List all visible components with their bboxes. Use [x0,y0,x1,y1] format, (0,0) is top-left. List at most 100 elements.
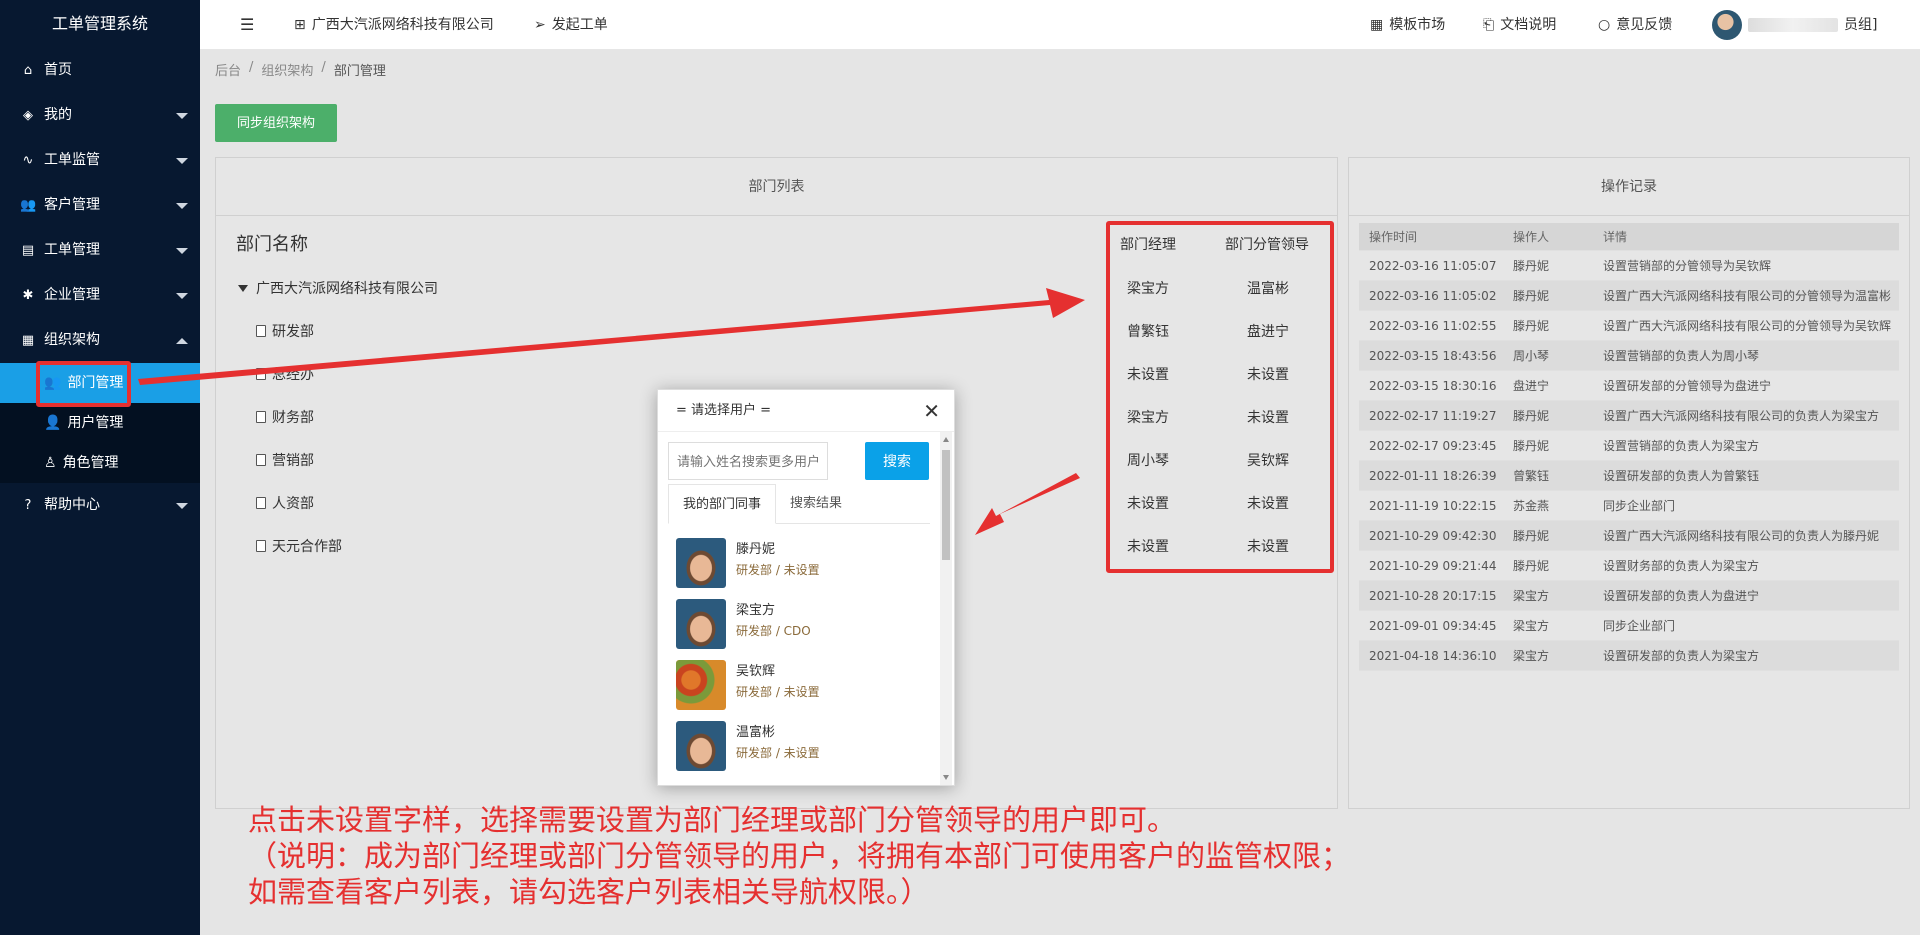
cell-detail: 设置广西大汽派网络科技有限公司的负责人为滕丹妮 [1603,528,1880,543]
tab-search-results[interactable]: 搜索结果 [776,484,856,524]
template-market-link[interactable]: ▦ 模板市场 [1370,0,1445,50]
create-ticket-label: 发起工单 [551,17,608,33]
grid-icon: ▦ [1370,17,1384,33]
table-row: 2022-03-16 11:05:07 滕丹妮 设置营销部的分管领导为吴钦辉 [1359,251,1899,281]
annotation-line: （说明：成为部门经理或部门分管领导的用户，将拥有本部门可使用客户的监管权限； [248,839,1351,873]
avatar [1712,10,1742,40]
tree-node[interactable]: 总经办 [256,364,314,384]
table-row: 2022-01-11 18:26:39 曾繁钰 设置研发部的负责人为曾繁钰 [1359,461,1899,491]
scroll-thumb[interactable] [942,450,950,560]
scroll-up-icon[interactable] [943,437,949,442]
caret-down-icon [176,248,188,254]
user-option[interactable]: 梁宝方 研发部 / CDO [676,599,916,660]
avatar [676,538,726,588]
close-icon[interactable]: ✕ [923,390,940,432]
user-option[interactable]: 温富彬 研发部 / 未设置 [676,721,916,782]
file-icon [256,540,266,552]
cell-time: 2021-10-29 09:42:30 [1369,528,1497,543]
ops-panel-title: 操作记录 [1349,158,1909,216]
user-option[interactable]: 滕丹妮 研发部 / 未设置 [676,538,916,599]
grid-icon: ⊞ [294,17,306,33]
ops-table: 操作时间 操作人 详情 2022-03-16 11:05:07 滕丹妮 设置营销部的… [1359,223,1899,671]
tree-node[interactable]: 研发部 [256,321,314,341]
sidebar-item-users[interactable]: 👤 用户管理 [0,403,200,443]
tab-my-colleagues[interactable]: 我的部门同事 [668,484,777,524]
tree-node[interactable]: 人资部 [256,493,314,513]
breadcrumb-mid[interactable]: 组织架构 [261,60,313,80]
nav-enterprise[interactable]: ✱ 企业管理 [0,273,200,318]
nav-org[interactable]: ▦ 组织架构 [0,318,200,363]
nav-ticket-monitor[interactable]: ∿ 工单监管 [0,138,200,183]
tree-root[interactable]: 广西大汽派网络科技有限公司 [238,278,438,298]
table-row: 2022-02-17 09:23:45 滕丹妮 设置营销部的负责人为梁宝方 [1359,431,1899,461]
modal-title: = 请选择用户 = ✕ [658,390,954,432]
dept-panel-title: 部门列表 [216,158,1337,216]
user-option[interactable]: 吴钦辉 研发部 / 未设置 [676,660,916,721]
company-switcher[interactable]: ⊞ 广西大汽派网络科技有限公司 [294,0,494,50]
cell-detail: 设置研发部的负责人为梁宝方 [1603,648,1760,663]
user-role-suffix: 员组] [1844,17,1878,33]
cell-operator: 滕丹妮 [1513,559,1550,573]
caret-down-icon [176,158,188,164]
users-icon: 👥 [20,198,37,213]
table-row: 2021-10-29 09:42:30 滕丹妮 设置广西大汽派网络科技有限公司的负责… [1359,521,1899,551]
menu-toggle-icon[interactable]: ☰ [240,0,254,50]
cell-time: 2021-11-19 10:22:15 [1369,498,1497,513]
gear-icon: ✱ [22,288,34,303]
nav-mine-label: 我的 [44,107,72,123]
sidebar-item-roles[interactable]: ♙ 角色管理 [0,443,200,483]
pulse-icon: ∿ [22,153,34,168]
feedback-label: 意见反馈 [1616,17,1673,33]
nav-org-label: 组织架构 [44,332,100,348]
nav-home-label: 首页 [44,62,72,78]
cell-time: 2022-02-17 09:23:45 [1369,438,1497,453]
file-icon [256,497,266,509]
modal-scrollbar[interactable] [940,432,952,785]
cell-time: 2022-03-15 18:30:16 [1369,378,1497,393]
breadcrumb-root[interactable]: 后台 [215,60,241,80]
table-row: 2022-03-15 18:43:56 周小琴 设置营销部的负责人为周小琴 [1359,341,1899,371]
user-menu[interactable]: 员组] [1712,0,1877,50]
nav-mine[interactable]: ◈ 我的 [0,93,200,138]
avatar [676,721,726,771]
select-user-modal: = 请选择用户 = ✕ 搜索 我的部门同事 搜索结果 滕丹妮研发部 / 未设置 … [657,389,955,786]
col-detail: 详情 [1603,229,1628,244]
tree-node[interactable]: 天元合作部 [256,536,342,556]
cell-detail: 设置营销部的负责人为周小琴 [1603,348,1760,363]
user-list: 滕丹妮 研发部 / 未设置 梁宝方 研发部 / CDO 吴钦辉 研发部 / 未设置 温… [676,538,916,782]
table-row: 2022-03-16 11:02:55 滕丹妮 设置广西大汽派网络科技有限公司的分管… [1359,311,1899,341]
table-row: 2022-02-17 11:19:27 滕丹妮 设置广西大汽派网络科技有限公司的负责… [1359,401,1899,431]
docs-link[interactable]: ⎗ 文档说明 [1483,0,1556,50]
tree-node-label: 营销部 [272,453,314,469]
modal-title-text: = 请选择用户 = [676,403,772,418]
nav-home[interactable]: ⌂ 首页 [0,48,200,93]
clipboard-icon: ▤ [21,243,35,258]
search-button[interactable]: 搜索 [865,442,929,480]
home-icon: ⌂ [23,63,33,78]
cell-operator: 梁宝方 [1513,649,1550,663]
table-row: 2021-10-29 09:21:44 滕丹妮 设置财务部的负责人为梁宝方 [1359,551,1899,581]
expand-triangle-icon[interactable] [238,284,248,292]
highlight-box-dept-menu [36,361,131,407]
nav-tickets[interactable]: ▤ 工单管理 [0,228,200,273]
scroll-down-icon[interactable] [943,775,949,780]
cell-operator: 梁宝方 [1513,589,1550,603]
cell-time: 2021-09-01 09:34:45 [1369,618,1497,633]
create-ticket-link[interactable]: ➢ 发起工单 [534,0,608,50]
cell-operator: 周小琴 [1513,349,1550,363]
tree-node[interactable]: 营销部 [256,450,314,470]
nav-help[interactable]: ? 帮助中心 [0,483,200,528]
feedback-link[interactable]: ○ 意见反馈 [1598,0,1672,50]
highlight-box-manager-columns [1106,221,1334,573]
table-row: 2022-03-15 18:30:16 盘进宁 设置研发部的分管领导为盘进宁 [1359,371,1899,401]
cell-detail: 设置营销部的负责人为梁宝方 [1603,438,1760,453]
cell-detail: 设置广西大汽派网络科技有限公司的分管领导为吴钦辉 [1603,318,1892,333]
user-search-input[interactable] [668,442,828,480]
nav-ticket-monitor-label: 工单监管 [44,152,100,168]
avatar [676,599,726,649]
cell-operator: 滕丹妮 [1513,409,1550,423]
nav-customers[interactable]: 👥 客户管理 [0,183,200,228]
table-row: 2022-03-16 11:05:02 滕丹妮 设置广西大汽派网络科技有限公司的分管… [1359,281,1899,311]
sync-org-button[interactable]: 同步组织架构 [215,104,337,142]
tree-node[interactable]: 财务部 [256,407,314,427]
